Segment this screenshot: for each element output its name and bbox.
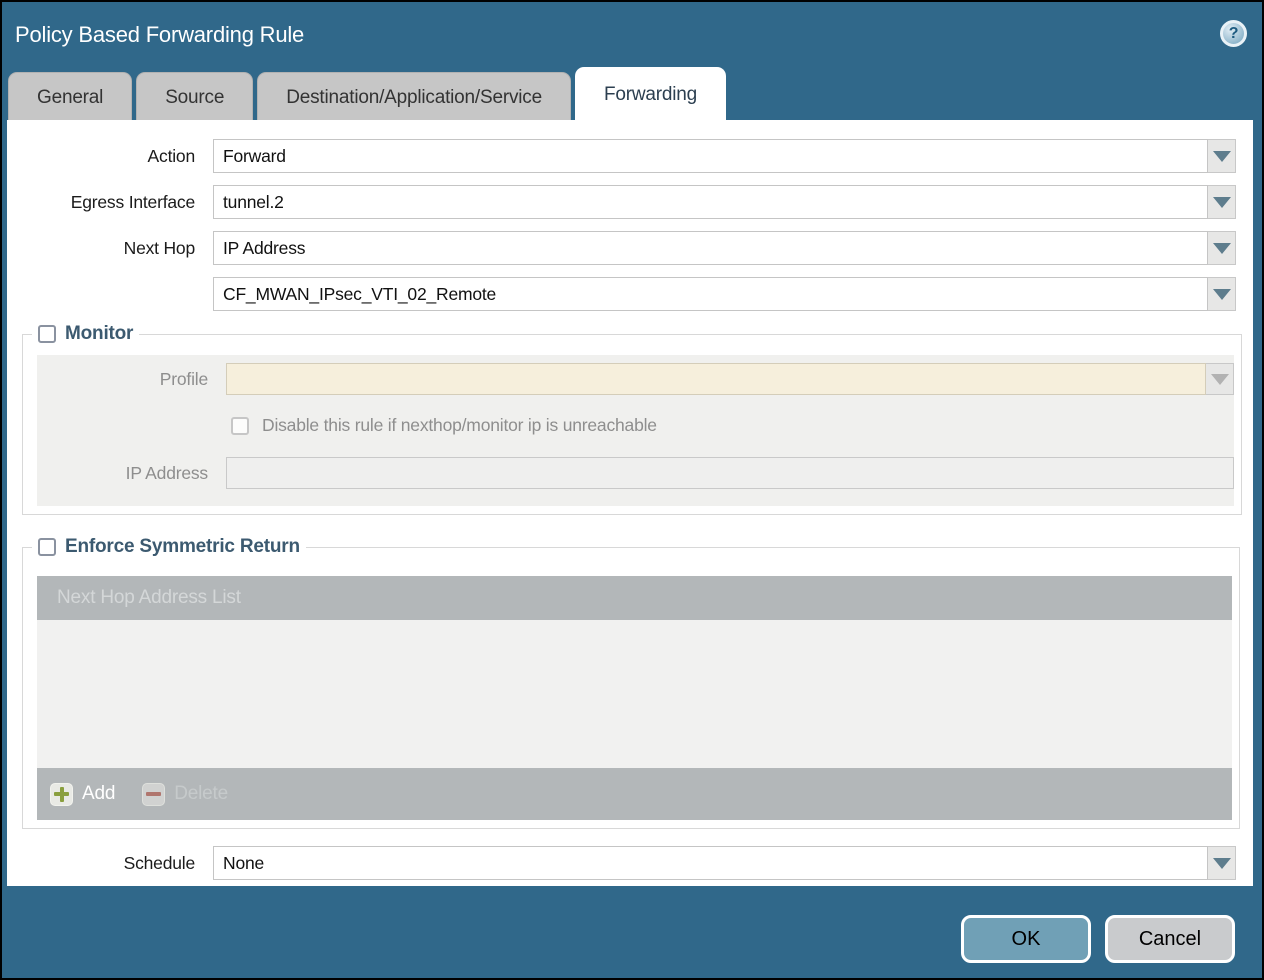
next-hop-type-select[interactable]: IP Address — [213, 231, 1208, 265]
dialog-title: Policy Based Forwarding Rule — [15, 22, 304, 48]
monitor-section: Monitor Profile Disable this rule if nex… — [22, 323, 1242, 515]
chevron-down-icon — [1213, 858, 1231, 869]
pbf-rule-dialog: Policy Based Forwarding Rule ? General S… — [2, 2, 1262, 978]
next-hop-row: Next Hop IP Address — [7, 231, 1253, 265]
chevron-down-icon — [1213, 151, 1231, 162]
tab-content-forwarding: Action Forward Egress Interface tunnel.2… — [7, 120, 1253, 886]
monitor-ip-address-row: IP Address — [37, 457, 1234, 489]
cancel-button[interactable]: Cancel — [1105, 915, 1235, 963]
egress-interface-select[interactable]: tunnel.2 — [213, 185, 1208, 219]
dialog-footer-buttons: OK Cancel — [961, 915, 1235, 963]
action-dropdown-button[interactable] — [1208, 139, 1236, 173]
action-select[interactable]: Forward — [213, 139, 1208, 173]
dialog-titlebar: Policy Based Forwarding Rule ? — [2, 2, 1262, 68]
next-hop-address-list-header: Next Hop Address List — [37, 576, 1232, 620]
tab-destination-application-service[interactable]: Destination/Application/Service — [257, 72, 571, 122]
enforce-symmetric-return-checkbox[interactable] — [38, 538, 56, 556]
ok-button[interactable]: OK — [961, 915, 1091, 963]
schedule-select[interactable]: None — [213, 846, 1208, 880]
help-icon[interactable]: ? — [1220, 20, 1247, 47]
next-hop-address-select[interactable]: CF_MWAN_IPsec_VTI_02_Remote — [213, 277, 1208, 311]
tab-forwarding[interactable]: Forwarding — [575, 67, 726, 122]
next-hop-address-list-toolbar: Add Delete — [37, 768, 1232, 820]
next-hop-label: Next Hop — [7, 238, 204, 259]
delete-button: Delete — [142, 783, 228, 806]
action-label: Action — [7, 146, 204, 167]
disable-rule-label: Disable this rule if nexthop/monitor ip … — [262, 415, 657, 436]
next-hop-address-list-table: Next Hop Address List Add Delete — [37, 576, 1232, 820]
enforce-symmetric-return-legend: Enforce Symmetric Return — [32, 536, 306, 558]
chevron-down-icon — [1213, 197, 1231, 208]
profile-label: Profile — [37, 369, 217, 390]
schedule-row: Schedule None — [7, 846, 1253, 880]
chevron-down-icon — [1211, 374, 1229, 385]
next-hop-address-row: CF_MWAN_IPsec_VTI_02_Remote — [7, 277, 1253, 311]
disable-rule-checkbox — [231, 417, 249, 435]
profile-dropdown-button — [1206, 363, 1234, 395]
profile-row: Profile — [37, 363, 1234, 395]
monitor-ip-address-input — [226, 457, 1234, 489]
add-button-label: Add — [82, 783, 115, 805]
monitor-legend-label: Monitor — [65, 323, 133, 345]
next-hop-address-list-body[interactable] — [37, 620, 1232, 768]
tab-bar: General Source Destination/Application/S… — [2, 68, 1262, 122]
chevron-down-icon — [1213, 243, 1231, 254]
enforce-symmetric-return-section: Enforce Symmetric Return Next Hop Addres… — [22, 536, 1240, 829]
schedule-dropdown-button[interactable] — [1208, 846, 1236, 880]
monitor-ip-address-label: IP Address — [37, 463, 217, 484]
egress-interface-label: Egress Interface — [7, 192, 204, 213]
tab-source[interactable]: Source — [136, 72, 253, 122]
monitor-checkbox[interactable] — [38, 325, 56, 343]
next-hop-dropdown-button[interactable] — [1208, 231, 1236, 265]
egress-interface-dropdown-button[interactable] — [1208, 185, 1236, 219]
monitor-legend: Monitor — [32, 323, 139, 345]
plus-icon — [50, 783, 73, 806]
monitor-panel: Profile Disable this rule if nexthop/mon… — [37, 355, 1234, 506]
delete-button-label: Delete — [174, 783, 228, 805]
minus-icon — [142, 783, 165, 806]
tab-general[interactable]: General — [8, 72, 132, 122]
add-button[interactable]: Add — [50, 783, 115, 806]
schedule-label: Schedule — [7, 853, 204, 874]
chevron-down-icon — [1213, 289, 1231, 300]
enforce-symmetric-return-legend-label: Enforce Symmetric Return — [65, 536, 300, 558]
action-row: Action Forward — [7, 139, 1253, 173]
egress-interface-row: Egress Interface tunnel.2 — [7, 185, 1253, 219]
profile-select — [226, 363, 1206, 395]
next-hop-address-dropdown-button[interactable] — [1208, 277, 1236, 311]
disable-rule-row: Disable this rule if nexthop/monitor ip … — [231, 415, 1234, 436]
